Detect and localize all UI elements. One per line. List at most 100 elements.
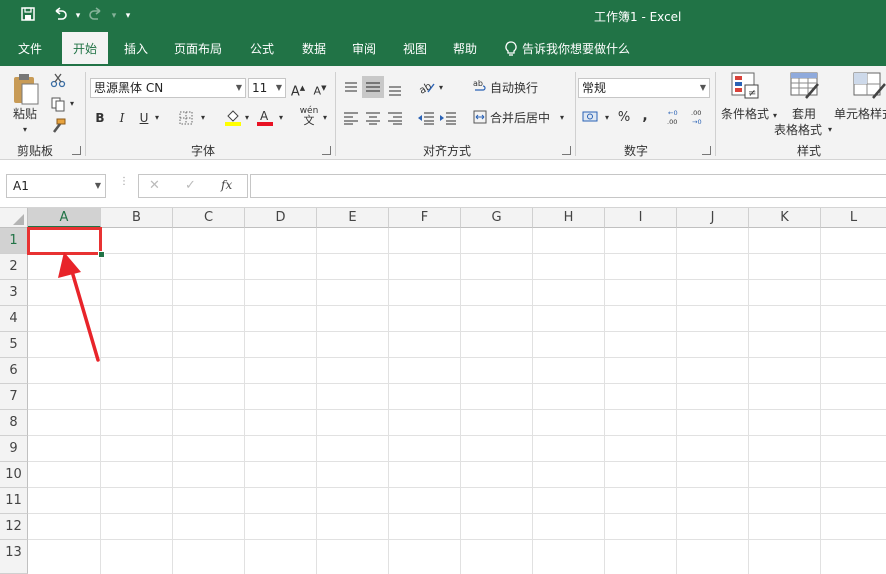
- decrease-font-icon[interactable]: A▼: [312, 78, 328, 102]
- alignment-launcher-icon[interactable]: [562, 146, 571, 155]
- worksheet-grid[interactable]: A B C D E F G H I J K L 1 2 3 4 5 6 7 8 …: [0, 208, 886, 574]
- format-as-table-icon[interactable]: [790, 72, 820, 103]
- svg-text:.00: .00: [667, 118, 677, 126]
- merge-center-button[interactable]: 合并后居中: [490, 108, 556, 128]
- orientation-dropdown-icon[interactable]: ▾: [436, 78, 446, 98]
- fill-color-icon[interactable]: [224, 108, 242, 129]
- group-label-font: 字体: [190, 144, 215, 158]
- format-painter-icon[interactable]: [50, 118, 66, 137]
- percent-button[interactable]: %: [616, 108, 632, 128]
- increase-decimal-icon[interactable]: ←0.00: [666, 108, 684, 129]
- accounting-dropdown-icon[interactable]: ▾: [602, 108, 612, 128]
- accounting-format-icon[interactable]: [582, 110, 600, 127]
- customize-qa-icon[interactable]: ▾: [118, 6, 138, 26]
- underline-button[interactable]: U: [136, 108, 152, 128]
- format-as-table-button[interactable]: 表格格式: [770, 120, 826, 140]
- number-launcher-icon[interactable]: [702, 146, 711, 155]
- cell-styles-icon[interactable]: [853, 72, 886, 103]
- align-top-icon[interactable]: [343, 80, 359, 99]
- clipboard-launcher-icon[interactable]: [72, 146, 81, 155]
- wrap-text-button[interactable]: 自动换行: [490, 78, 544, 98]
- paste-dropdown-icon[interactable]: ▾: [18, 120, 32, 140]
- number-format-combo[interactable]: 常规 ▼: [578, 78, 710, 98]
- save-icon[interactable]: [18, 6, 38, 26]
- formula-bar-grip-icon[interactable]: ⋮: [119, 177, 129, 193]
- paste-icon[interactable]: [10, 72, 40, 106]
- cancel-icon[interactable]: ✕: [149, 178, 160, 193]
- increase-font-icon[interactable]: A▲: [290, 78, 306, 102]
- chevron-down-icon: ▼: [275, 83, 282, 92]
- wrap-text-icon[interactable]: ab: [473, 78, 487, 97]
- fill-color-dropdown-icon[interactable]: ▾: [242, 108, 252, 128]
- undo-dropdown-icon[interactable]: ▾: [68, 6, 88, 26]
- tab-insert[interactable]: 插入: [114, 32, 158, 66]
- tab-data[interactable]: 数据: [292, 32, 336, 66]
- tab-view[interactable]: 视图: [393, 32, 437, 66]
- font-launcher-icon[interactable]: [322, 146, 331, 155]
- tab-file[interactable]: 文件: [8, 32, 52, 66]
- font-size-value: 11: [252, 81, 268, 95]
- ribbon-separator: [715, 72, 716, 156]
- cut-icon[interactable]: [50, 72, 66, 91]
- italic-button[interactable]: I: [114, 108, 130, 128]
- conditional-formatting-button[interactable]: 条件格式: [718, 104, 772, 124]
- phonetic-dropdown-icon[interactable]: ▾: [320, 108, 330, 128]
- increase-indent-icon[interactable]: [439, 111, 457, 128]
- chevron-down-icon: ▼: [235, 83, 242, 92]
- tab-review[interactable]: 审阅: [342, 32, 386, 66]
- insert-function-icon[interactable]: fx: [221, 178, 232, 192]
- tell-me-box[interactable]: 告诉我你想要做什么: [522, 32, 634, 66]
- font-name-combo[interactable]: 思源黑体 CN ▼: [90, 78, 246, 98]
- lightbulb-icon: [505, 41, 517, 60]
- phonetic-icon[interactable]: wén 文: [298, 106, 320, 127]
- ribbon-separator: [85, 72, 86, 156]
- chevron-down-icon: ▼: [699, 83, 706, 92]
- tab-formulas[interactable]: 公式: [240, 32, 284, 66]
- tab-help[interactable]: 帮助: [443, 32, 487, 66]
- chevron-down-icon: ▼: [94, 181, 101, 190]
- annotation-arrow-icon: [58, 252, 100, 362]
- decrease-decimal-icon[interactable]: .00 →0: [690, 108, 708, 129]
- align-left-icon[interactable]: [343, 111, 359, 128]
- ribbon-home: 粘贴 ▾ ▾ 剪贴板 思源黑体 CN ▼ 11 ▼ A▲ A▼ B I U ▾ ▾ …: [0, 66, 886, 160]
- bold-button[interactable]: B: [92, 108, 108, 128]
- align-middle-button[interactable]: [362, 76, 384, 98]
- underline-dropdown-icon[interactable]: ▾: [152, 108, 162, 128]
- name-box[interactable]: A1 ▼: [6, 174, 106, 198]
- font-size-combo[interactable]: 11 ▼: [248, 78, 286, 98]
- redo-icon[interactable]: [86, 6, 106, 26]
- ribbon-separator: [335, 72, 336, 156]
- number-format-value: 常规: [582, 81, 607, 95]
- align-bottom-icon[interactable]: [387, 80, 403, 99]
- merge-center-icon[interactable]: [473, 110, 487, 127]
- formula-buttons: ✕ ✓ fx: [138, 174, 248, 198]
- border-icon[interactable]: [179, 111, 193, 128]
- align-center-icon[interactable]: [365, 111, 381, 128]
- tab-home[interactable]: 开始: [62, 32, 108, 66]
- conditional-formatting-icon[interactable]: ≠: [731, 72, 759, 103]
- font-color-dropdown-icon[interactable]: ▾: [276, 108, 286, 128]
- svg-text:←0: ←0: [668, 109, 678, 117]
- formula-input[interactable]: [250, 174, 886, 198]
- group-label-alignment: 对齐方式: [422, 144, 471, 158]
- enter-icon[interactable]: ✓: [185, 178, 196, 193]
- ribbon-separator: [575, 72, 576, 156]
- svg-text:ab: ab: [473, 79, 483, 88]
- copy-icon[interactable]: [50, 96, 66, 115]
- cell-styles-button[interactable]: 单元格样式: [834, 104, 886, 124]
- align-right-icon[interactable]: [387, 111, 403, 128]
- orientation-icon[interactable]: ab: [417, 78, 436, 99]
- group-label-styles: 样式: [796, 144, 821, 158]
- copy-dropdown-icon[interactable]: ▾: [67, 94, 77, 114]
- decrease-indent-icon[interactable]: [417, 111, 435, 128]
- comma-button[interactable]: ,: [638, 106, 652, 126]
- tab-page-layout[interactable]: 页面布局: [166, 32, 230, 66]
- svg-text:A: A: [260, 109, 269, 123]
- undo-icon[interactable]: [50, 6, 70, 26]
- merge-dropdown-icon[interactable]: ▾: [557, 108, 567, 128]
- group-label-number: 数字: [623, 144, 648, 158]
- svg-text:.00: .00: [691, 109, 701, 117]
- group-label-clipboard: 剪贴板: [16, 144, 53, 158]
- font-color-icon[interactable]: A: [256, 108, 274, 129]
- border-dropdown-icon[interactable]: ▾: [198, 108, 208, 128]
